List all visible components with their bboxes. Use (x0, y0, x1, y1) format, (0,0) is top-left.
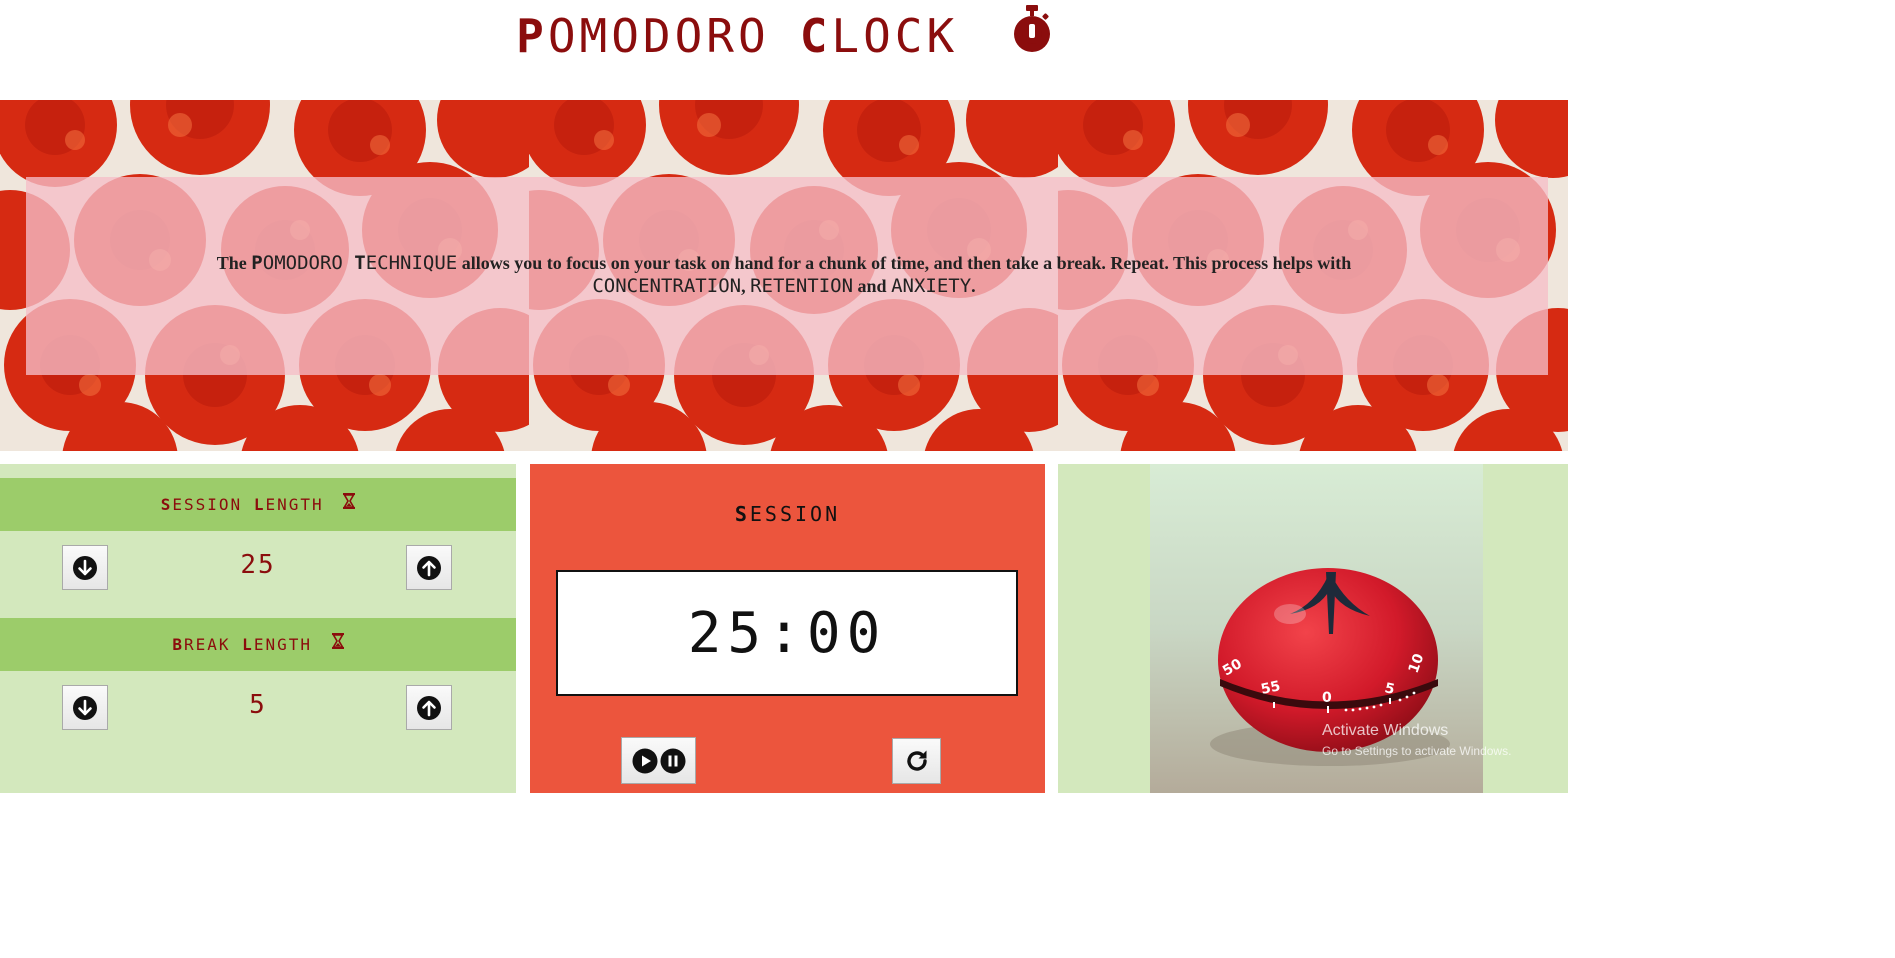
settings-panel: SESSION LENGTH 25 BREAK LENGTH 5 (0, 464, 516, 793)
hero-banner: The POMODORO TECHNIQUE allows you to foc… (0, 100, 1568, 451)
play-icon (632, 748, 657, 773)
session-length-value: 25 (240, 550, 276, 580)
session-increment-button[interactable] (406, 545, 452, 590)
hourglass-icon (343, 477, 356, 530)
title-cap-c: C (799, 9, 832, 63)
technique-description: The POMODORO TECHNIQUE allows you to foc… (216, 252, 1352, 297)
arrow-down-circle-icon (73, 695, 97, 720)
reset-icon (906, 750, 927, 771)
timer-display: 25:00 (687, 600, 887, 666)
hourglass-icon (331, 617, 344, 670)
break-length-value: 5 (249, 690, 267, 720)
timer-panel: SESSION 25:00 (530, 464, 1045, 793)
page-title: POMODORO CLOCK (0, 4, 1568, 71)
windows-activation-watermark: Activate Windows Go to Settings to activ… (1322, 722, 1512, 758)
title-cap-p: P (516, 9, 548, 63)
break-decrement-button[interactable] (62, 685, 108, 730)
stopwatch-icon (1012, 4, 1052, 67)
reset-button[interactable] (892, 738, 941, 784)
session-length-header: SESSION LENGTH (0, 478, 516, 531)
timer-mode-label: SESSION (734, 502, 841, 526)
arrow-up-circle-icon (417, 695, 441, 720)
header: POMODORO CLOCK (0, 0, 1568, 100)
break-increment-button[interactable] (406, 685, 452, 730)
break-length-header: BREAK LENGTH (0, 618, 516, 671)
arrow-down-circle-icon (73, 555, 97, 580)
title-word-pomodoro: OMODORO (547, 9, 770, 63)
pause-icon (660, 748, 685, 773)
svg-text:0: 0 (1322, 690, 1332, 706)
title-word-clock: LOCK (831, 9, 959, 63)
session-decrement-button[interactable] (62, 545, 108, 590)
timer-display-box: 25:00 (556, 570, 1018, 696)
play-pause-button[interactable] (621, 737, 696, 784)
arrow-up-circle-icon (417, 555, 441, 580)
